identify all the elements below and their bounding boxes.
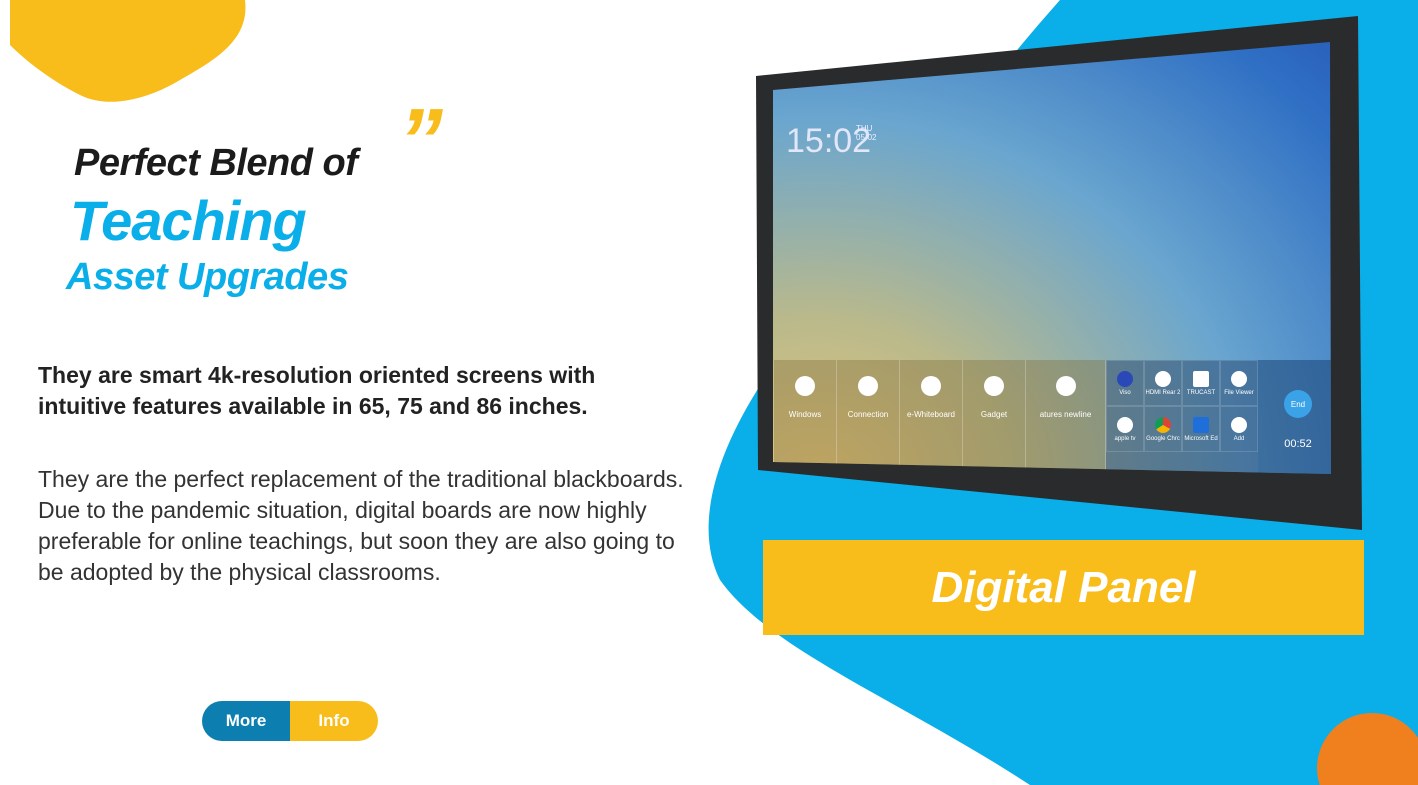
taskbar: Windows Connection e-Whiteboard Gadget a… [773, 360, 1331, 474]
day-label: THU 05-02 [856, 124, 877, 142]
info-button[interactable]: Info [290, 701, 378, 741]
app-hdmi[interactable]: HDMI Rear 2 [1144, 360, 1182, 406]
body-text: They are the perfect replacement of the … [38, 466, 684, 585]
connection-icon [858, 376, 878, 396]
app-viso[interactable]: Viso [1106, 360, 1144, 406]
intro-text: They are smart 4k-resolution oriented sc… [38, 362, 596, 419]
app-trucast[interactable]: TRUCAST [1182, 360, 1220, 406]
digital-panel-banner: Digital Panel [763, 540, 1364, 635]
tile-gadget[interactable]: Gadget [963, 360, 1026, 474]
window-icon [1055, 376, 1076, 396]
app-chrome[interactable]: Google Chrc [1144, 406, 1182, 452]
edge-icon [1193, 416, 1209, 433]
shield-icon [1117, 370, 1133, 387]
end-button[interactable]: End [1284, 390, 1312, 418]
panel-screen: 15:02 THU 05-02 Windows Connection e-Whit… [773, 42, 1331, 474]
app-grid: Viso HDMI Rear 2 TRUCAST File Viewer app… [1106, 360, 1258, 474]
more-button[interactable]: More [202, 701, 290, 741]
quote-mark: ” [398, 91, 443, 191]
trucast-icon [1193, 370, 1209, 387]
end-section: End 00:52 [1258, 360, 1331, 474]
more-info-button[interactable]: More Info [202, 701, 378, 741]
grid-icon [984, 376, 1004, 396]
app-edge[interactable]: Microsoft Ed [1182, 406, 1220, 452]
file-icon [1231, 370, 1247, 387]
tile-whiteboard[interactable]: e-Whiteboard [900, 360, 963, 474]
heading-line3: Asset Upgrades [66, 256, 349, 298]
plus-icon [1231, 416, 1247, 433]
tile-windows[interactable]: Windows [774, 360, 837, 474]
app-file-viewer[interactable]: File Viewer [1220, 360, 1258, 406]
hdmi-icon [1155, 370, 1171, 387]
heading-line1: Perfect Blend of [74, 142, 358, 184]
timer: 00:52 [1284, 438, 1312, 450]
whiteboard-icon [921, 376, 941, 396]
tile-connection[interactable]: Connection [837, 360, 900, 474]
monitor-icon [795, 376, 815, 396]
tv-icon [1117, 416, 1133, 433]
yellow-blob [10, 0, 246, 102]
app-add[interactable]: Add [1220, 406, 1258, 452]
tile-features[interactable]: atures newline [1026, 360, 1106, 474]
app-apple-tv[interactable]: apple tv [1106, 406, 1144, 452]
heading-line2: Teaching [70, 189, 307, 252]
chrome-icon [1155, 416, 1171, 433]
